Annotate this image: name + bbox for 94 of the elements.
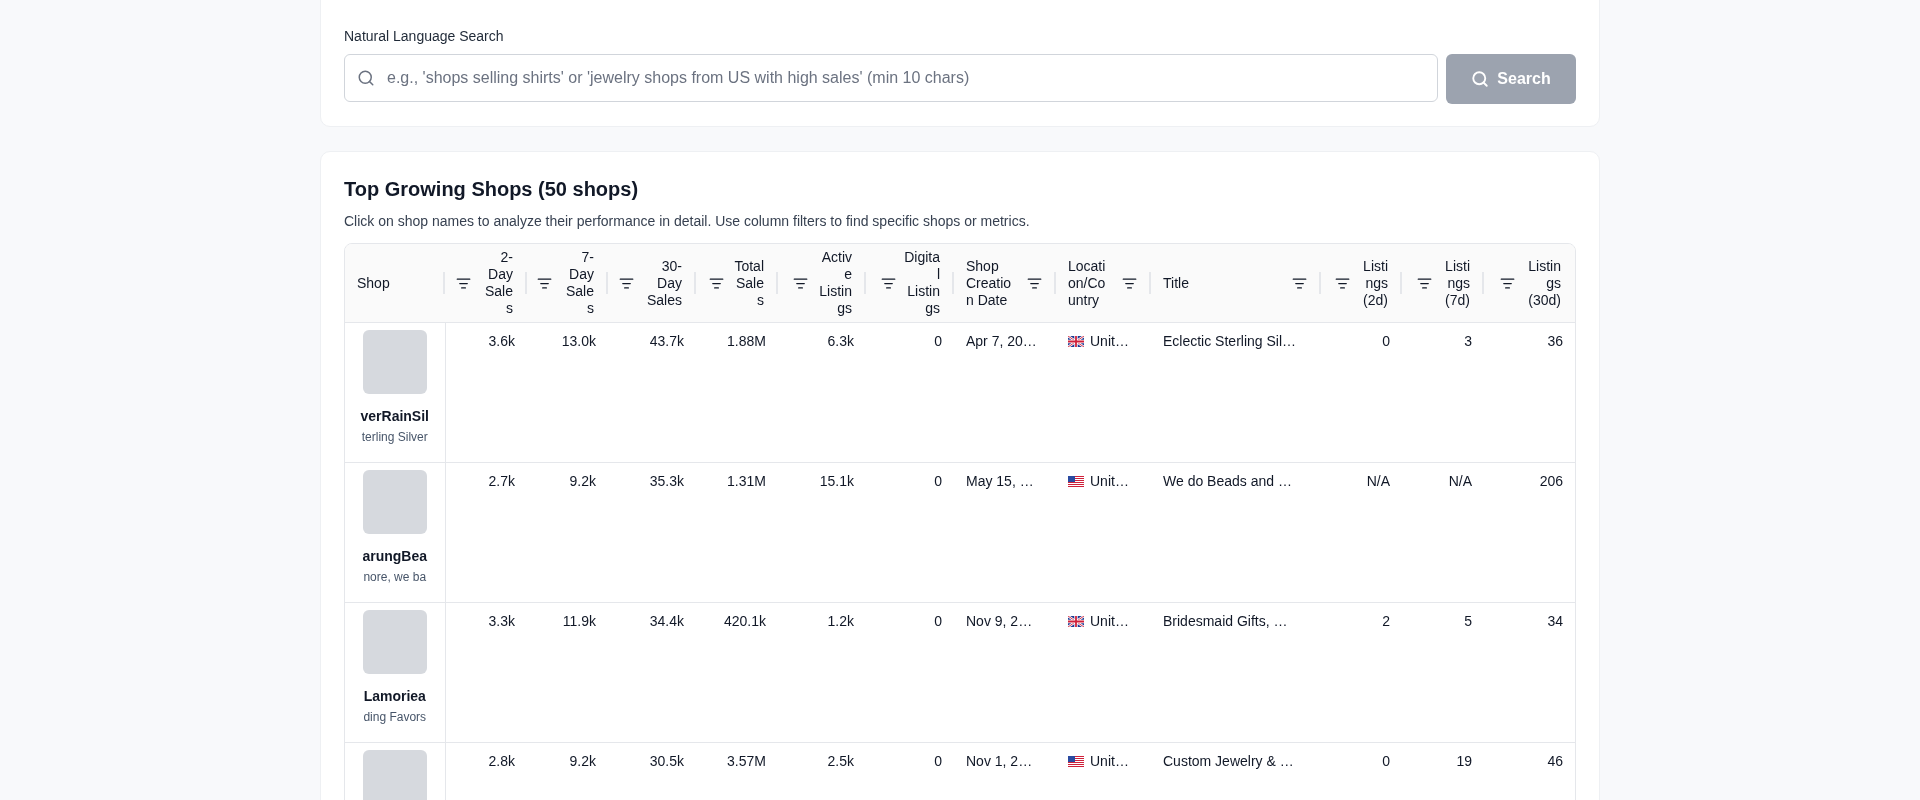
- table-cell: 2.5k: [827, 753, 854, 769]
- table-cell: 1.31M: [727, 473, 766, 489]
- table-cell: 19: [1456, 753, 1472, 769]
- table-description: Click on shop names to analyze their performance in detail. Use column filters to find specific shops or metrics.: [344, 213, 1031, 229]
- table-cell: N/A: [1448, 473, 1472, 489]
- shop-tagline: terling Silver: [361, 430, 428, 444]
- filter-icon[interactable]: [1027, 275, 1042, 291]
- shop-name[interactable]: arungBea: [362, 548, 428, 564]
- us-flag-icon: [1068, 475, 1084, 487]
- table-cell: 3: [1464, 333, 1472, 349]
- table-cell: 34: [1547, 613, 1563, 629]
- table-cell: 30.5k: [649, 753, 684, 769]
- photo-placeholder: [362, 330, 427, 394]
- table-title: Top Growing Shops (50 shops): [344, 178, 640, 201]
- filter-icon[interactable]: [793, 275, 808, 291]
- table-cell: 0: [1382, 333, 1390, 349]
- table-cell: 420.1k: [723, 613, 766, 629]
- table-cell: May 15, …: [966, 473, 1034, 489]
- table-cell: 15.1k: [819, 473, 854, 489]
- column-header: Shop: [357, 274, 390, 292]
- table-cell: Unit…: [1090, 753, 1129, 769]
- column-header: Title: [1163, 274, 1189, 292]
- column-header: 30-Day Sales: [645, 257, 682, 309]
- filter-icon[interactable]: [709, 275, 724, 291]
- filter-icon[interactable]: [1292, 275, 1307, 291]
- column-header: Listings (30d): [1527, 257, 1561, 309]
- table-cell: Bridesmaid Gifts, …: [1163, 613, 1288, 629]
- table-cell: Unit…: [1090, 333, 1129, 349]
- table-cell: 2: [1382, 613, 1390, 629]
- search-label: Natural Language Search: [344, 28, 505, 44]
- uk-flag-icon: [1068, 335, 1084, 347]
- table-cell: 2.7k: [488, 473, 515, 489]
- table-cell: 46: [1547, 753, 1563, 769]
- table-cell: 3.6k: [488, 333, 515, 349]
- filter-icon[interactable]: [1500, 275, 1515, 291]
- table-cell: 6.3k: [827, 333, 854, 349]
- column-header: Listings (2d): [1362, 257, 1388, 309]
- table-cell: N/A: [1366, 473, 1390, 489]
- shop-tagline: nore, we ba: [363, 570, 427, 584]
- column-header: Listings (7d): [1444, 257, 1470, 309]
- us-flag-icon: [1068, 755, 1084, 767]
- search-icon: [1471, 70, 1490, 88]
- column-header: 2-Day Sales: [483, 249, 513, 317]
- filter-icon[interactable]: [619, 275, 634, 291]
- table-cell: 206: [1539, 473, 1563, 489]
- column-header: Active Listings: [818, 249, 852, 317]
- table-cell: 3.57M: [727, 753, 766, 769]
- table-cell: 35.3k: [649, 473, 684, 489]
- shop-name[interactable]: verRainSil: [360, 408, 429, 424]
- table-cell: 9.2k: [569, 753, 596, 769]
- table-cell: Apr 7, 20…: [966, 333, 1037, 349]
- column-header: Total Sales: [733, 257, 764, 309]
- photo-placeholder: [362, 610, 427, 674]
- table-cell: 0: [934, 473, 942, 489]
- table-cell: 1.88M: [727, 333, 766, 349]
- filter-icon[interactable]: [456, 275, 471, 291]
- table-cell: 5: [1464, 613, 1472, 629]
- filter-icon[interactable]: [1335, 275, 1350, 291]
- search-field[interactable]: e.g., 'shops selling shirts' or 'jewelry shops from US with high sales' (min 10 chars): [344, 54, 1438, 102]
- column-header: Location/Country: [1068, 257, 1107, 309]
- table-cell: Unit…: [1090, 613, 1129, 629]
- search-icon: [357, 69, 375, 87]
- filter-icon[interactable]: [1417, 275, 1432, 291]
- column-header: Shop Creation Date: [966, 257, 1013, 309]
- table-cell: Unit…: [1090, 473, 1129, 489]
- table-cell: 1.2k: [827, 613, 854, 629]
- filter-icon[interactable]: [1122, 275, 1137, 291]
- table-cell: 2.8k: [488, 753, 515, 769]
- table-cell: 0: [934, 333, 942, 349]
- table-cell: Nov 1, 2…: [966, 753, 1033, 769]
- table-cell: We do Beads and …: [1163, 473, 1292, 489]
- table-cell: 0: [1382, 753, 1390, 769]
- photo-placeholder: [362, 470, 427, 534]
- table-cell: 0: [934, 753, 942, 769]
- table-cell: 0: [934, 613, 942, 629]
- search-input[interactable]: e.g., 'shops selling shirts' or 'jewelry shops from US with high sales' (min 10 chars): [385, 68, 1425, 88]
- uk-flag-icon: [1068, 615, 1084, 627]
- table-cell: Nov 9, 2…: [966, 613, 1033, 629]
- column-header: Digital Listings: [904, 249, 940, 317]
- shop-tagline: ding Favors: [363, 710, 427, 724]
- table-cell: 36: [1547, 333, 1563, 349]
- table-cell: 43.7k: [649, 333, 684, 349]
- table-cell: 34.4k: [649, 613, 684, 629]
- table-cell: 11.9k: [562, 613, 596, 629]
- table-cell: 13.0k: [561, 333, 596, 349]
- table-cell: Eclectic Sterling Sil…: [1163, 333, 1297, 349]
- filter-icon[interactable]: [537, 275, 552, 291]
- table-cell: 9.2k: [569, 473, 596, 489]
- photo-placeholder: [362, 750, 427, 800]
- shop-name[interactable]: Lamoriea: [363, 688, 426, 704]
- column-header: 7-Day Sales: [564, 249, 594, 317]
- table-cell: 3.3k: [488, 613, 515, 629]
- table-cell: Custom Jewelry & …: [1163, 753, 1294, 769]
- filter-icon[interactable]: [881, 275, 896, 291]
